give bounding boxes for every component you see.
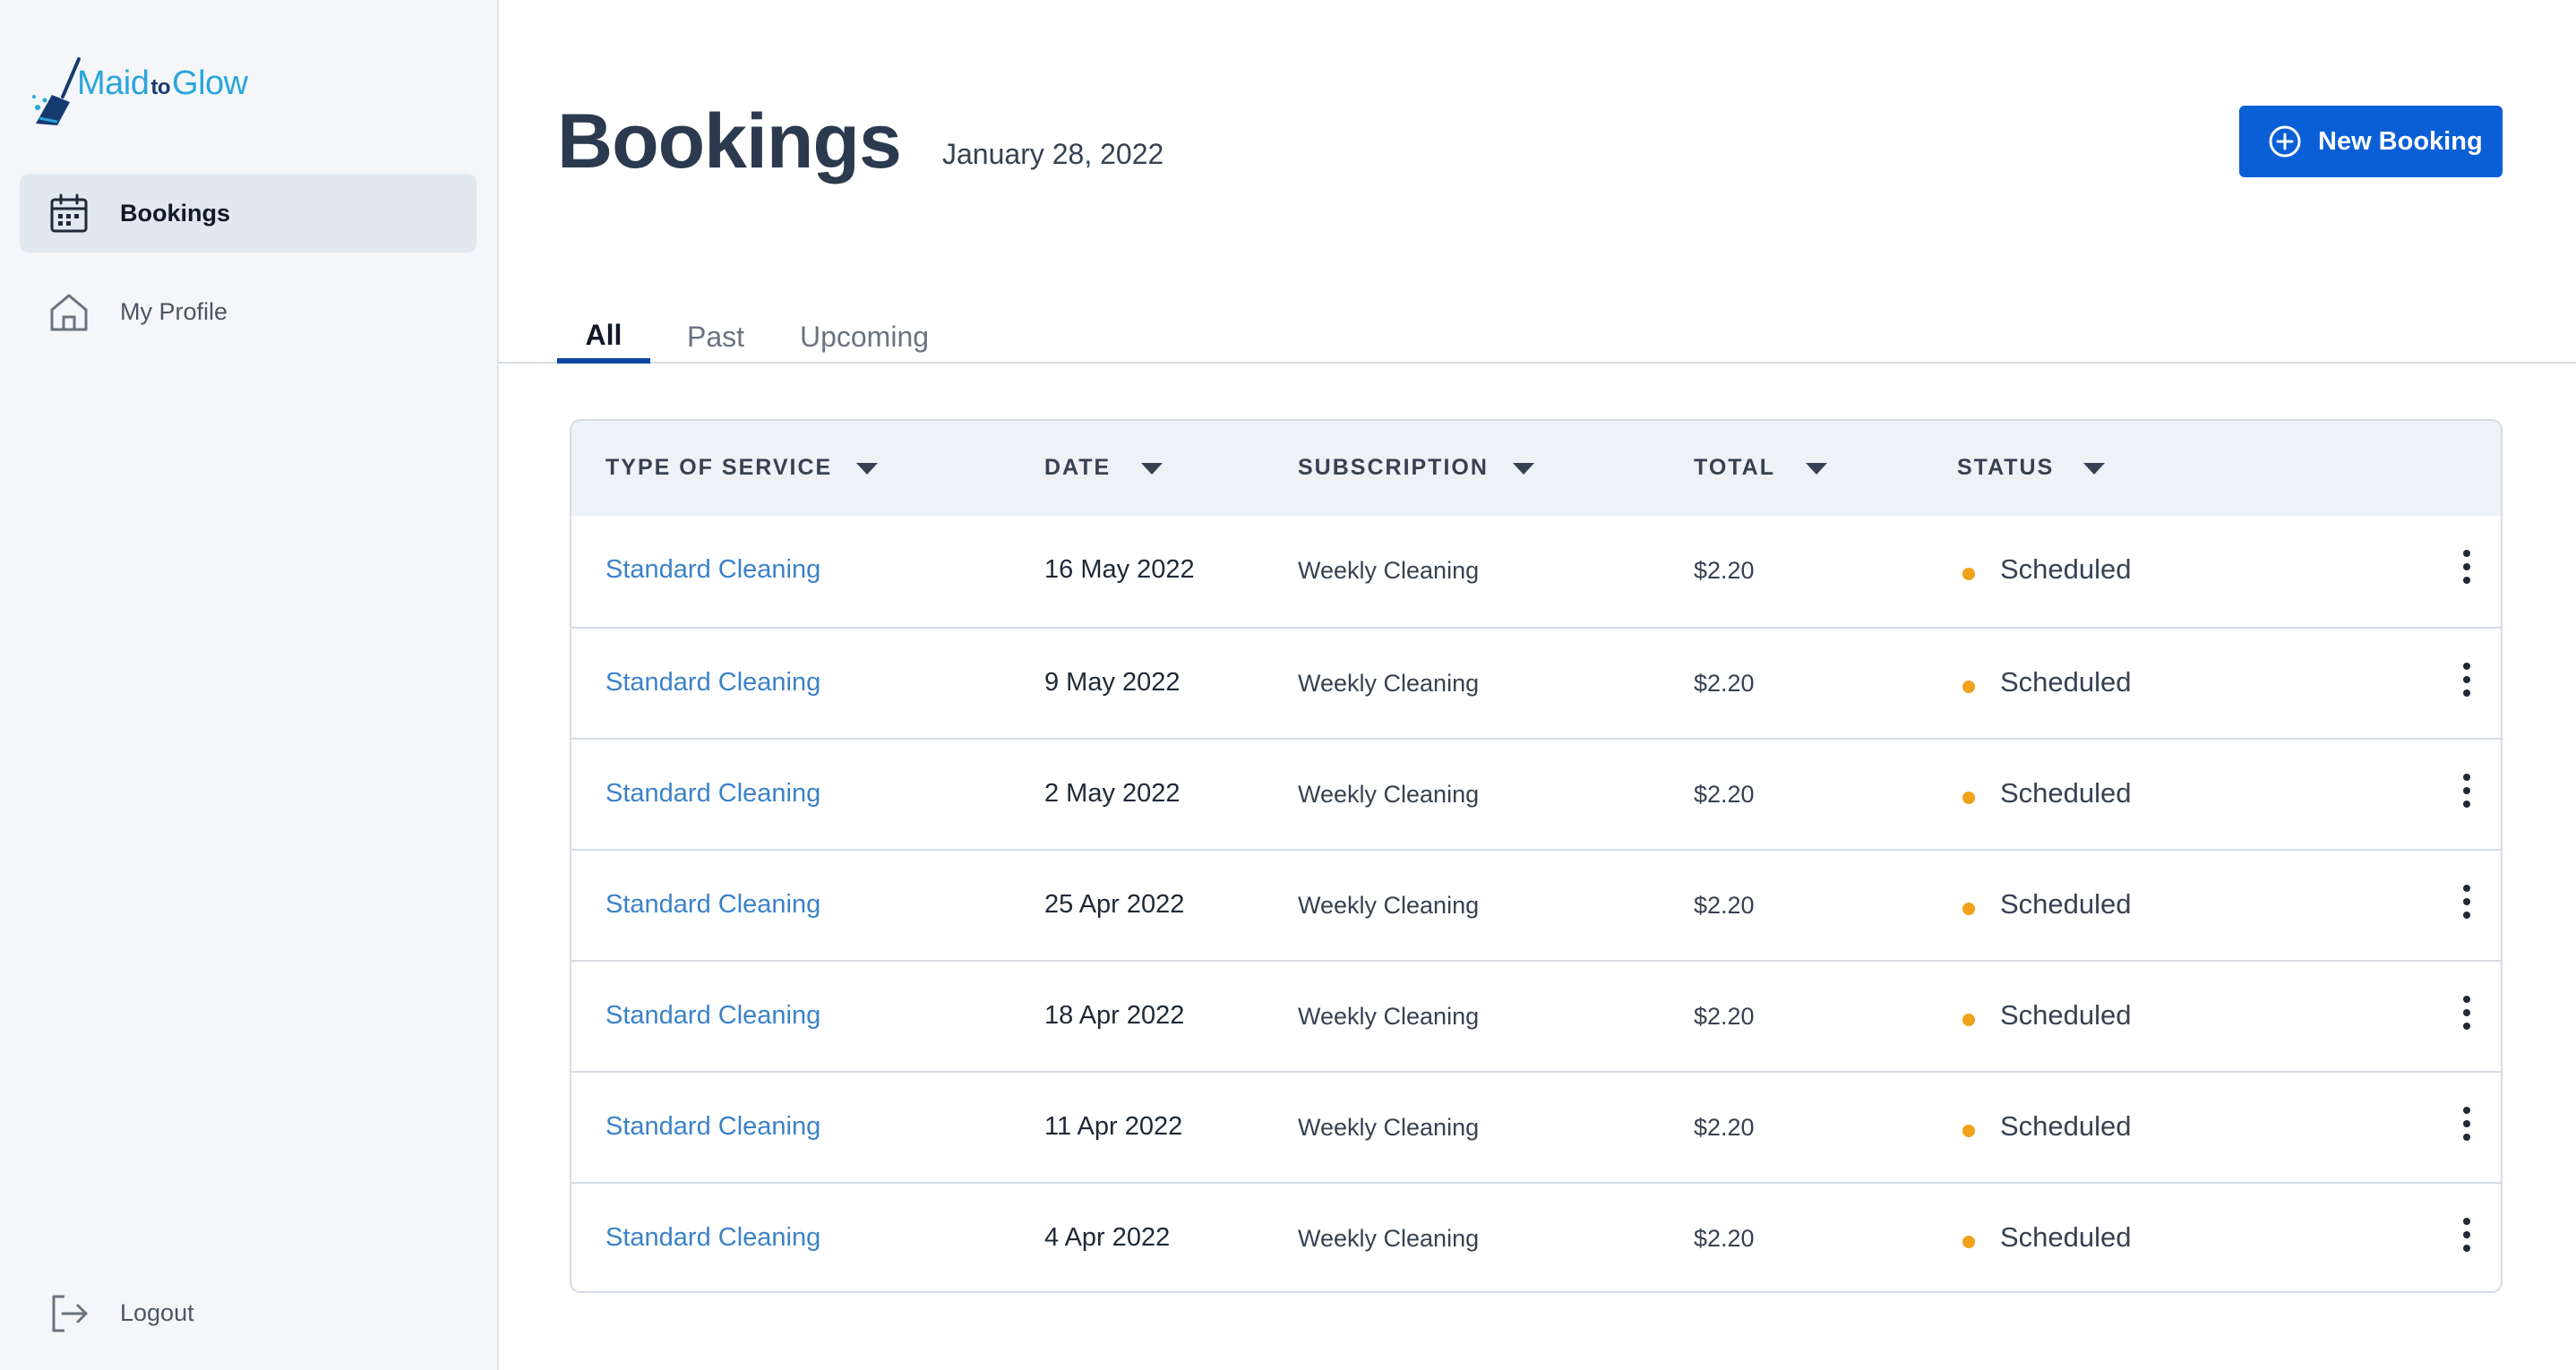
page-date: January 28, 2022: [942, 138, 1164, 170]
tab-past[interactable]: Past: [671, 301, 760, 364]
row-actions-menu-icon[interactable]: [2460, 992, 2474, 1039]
subscription-value: Weekly Cleaning: [1298, 892, 1480, 919]
booking-date: 4 Apr 2022: [1044, 1223, 1171, 1252]
status-dot-icon: [1962, 792, 1975, 804]
status-dot-icon: [1962, 1236, 1975, 1248]
status-dot-icon: [1962, 1014, 1975, 1026]
subscription-value: Weekly Cleaning: [1298, 1003, 1480, 1030]
total-value: $2.20: [1694, 670, 1755, 697]
status-dot-icon: [1962, 681, 1975, 693]
column-header-subscription: SUBSCRIPTION: [1298, 455, 1489, 480]
calendar-icon: [50, 193, 88, 233]
home-icon: [50, 294, 88, 331]
row-actions-menu-icon[interactable]: [2460, 1103, 2474, 1150]
status-label: Scheduled: [2000, 666, 2132, 698]
status-label: Scheduled: [2000, 553, 2132, 585]
table-header: TYPE OF SERVICE DATE SUBSCRIPTION TOTAL …: [571, 421, 2501, 516]
logout-icon: [52, 1295, 88, 1332]
logout-label: Logout: [120, 1298, 194, 1326]
sidebar-item-label: My Profile: [120, 297, 228, 325]
tab-label: All: [585, 319, 623, 351]
plus-circle-icon: [2269, 125, 2301, 158]
status-dot-icon: [1962, 568, 1975, 580]
service-link[interactable]: Standard Cleaning: [605, 1112, 820, 1142]
tab-all[interactable]: All: [557, 301, 650, 364]
tab-bar: All Past Upcoming: [499, 287, 2576, 364]
booking-date: 9 May 2022: [1044, 668, 1181, 697]
column-header-status: STATUS: [1957, 455, 2055, 480]
total-value: $2.20: [1694, 781, 1755, 808]
sort-down-icon[interactable]: [1804, 460, 1829, 476]
subscription-value: Weekly Cleaning: [1298, 781, 1480, 808]
status-label: Scheduled: [2000, 888, 2132, 920]
service-link[interactable]: Standard Cleaning: [605, 555, 820, 585]
sort-down-icon[interactable]: [1139, 460, 1164, 476]
table-row: Standard Cleaning 16 May 2022 Weekly Cle…: [571, 516, 2501, 627]
table-row: Standard Cleaning 2 May 2022 Weekly Clea…: [571, 738, 2501, 849]
tab-upcoming[interactable]: Upcoming: [784, 301, 945, 364]
sort-down-icon[interactable]: [2082, 460, 2107, 476]
sidebar: MaidtoGlow Bookings My Profile Logout: [0, 0, 499, 1370]
service-link[interactable]: Standard Cleaning: [605, 779, 820, 809]
sidebar-item-my-profile[interactable]: My Profile: [20, 272, 477, 351]
sort-down-icon[interactable]: [1511, 460, 1536, 476]
subscription-value: Weekly Cleaning: [1298, 1114, 1480, 1141]
sort-down-icon[interactable]: [854, 460, 880, 476]
subscription-value: Weekly Cleaning: [1298, 670, 1480, 697]
row-actions-menu-icon[interactable]: [2460, 546, 2474, 593]
row-actions-menu-icon[interactable]: [2460, 1214, 2474, 1261]
service-link[interactable]: Standard Cleaning: [605, 668, 820, 698]
total-value: $2.20: [1694, 557, 1755, 584]
total-value: $2.20: [1694, 892, 1755, 919]
status-label: Scheduled: [2000, 999, 2132, 1031]
subscription-value: Weekly Cleaning: [1298, 1225, 1480, 1252]
row-actions-menu-icon[interactable]: [2460, 770, 2474, 817]
booking-date: 2 May 2022: [1044, 779, 1181, 808]
status-label: Scheduled: [2000, 1110, 2132, 1142]
booking-date: 25 Apr 2022: [1044, 890, 1185, 919]
service-link[interactable]: Standard Cleaning: [605, 1223, 820, 1253]
column-header-total: TOTAL: [1694, 455, 1776, 480]
table-row: Standard Cleaning 9 May 2022 Weekly Clea…: [571, 627, 2501, 738]
status-label: Scheduled: [2000, 1221, 2132, 1253]
table-row: Standard Cleaning 11 Apr 2022 Weekly Cle…: [571, 1071, 2501, 1182]
table-row: Standard Cleaning 25 Apr 2022 Weekly Cle…: [571, 849, 2501, 960]
subscription-value: Weekly Cleaning: [1298, 557, 1480, 584]
service-link[interactable]: Standard Cleaning: [605, 890, 820, 920]
broom-icon: [32, 57, 81, 125]
status-dot-icon: [1962, 903, 1975, 915]
column-header-type-of-service: TYPE OF SERVICE: [605, 455, 833, 480]
service-link[interactable]: Standard Cleaning: [605, 1001, 820, 1031]
total-value: $2.20: [1694, 1114, 1755, 1141]
status-label: Scheduled: [2000, 777, 2132, 809]
booking-date: 16 May 2022: [1044, 555, 1195, 584]
new-booking-button[interactable]: New Booking: [2239, 106, 2503, 177]
table-row: Standard Cleaning 4 Apr 2022 Weekly Clea…: [571, 1182, 2501, 1291]
bookings-table: TYPE OF SERVICE DATE SUBSCRIPTION TOTAL …: [570, 419, 2503, 1293]
status-dot-icon: [1962, 1125, 1975, 1137]
page-title: Bookings: [557, 98, 902, 184]
booking-date: 18 Apr 2022: [1044, 1001, 1185, 1030]
column-header-date: DATE: [1044, 455, 1112, 480]
new-booking-label: New Booking: [2318, 127, 2483, 156]
row-actions-menu-icon[interactable]: [2460, 881, 2474, 928]
sidebar-item-label: Bookings: [120, 199, 231, 227]
logout-button[interactable]: Logout: [20, 1273, 477, 1352]
booking-date: 11 Apr 2022: [1044, 1112, 1183, 1141]
brand-logo[interactable]: MaidtoGlow: [30, 56, 263, 133]
brand-name: MaidtoGlow: [77, 64, 248, 102]
total-value: $2.20: [1694, 1225, 1755, 1252]
table-row: Standard Cleaning 18 Apr 2022 Weekly Cle…: [571, 960, 2501, 1071]
sidebar-item-bookings[interactable]: Bookings: [20, 174, 477, 253]
row-actions-menu-icon[interactable]: [2460, 659, 2474, 706]
tab-label: Upcoming: [799, 321, 930, 353]
total-value: $2.20: [1694, 1003, 1755, 1030]
tab-label: Past: [686, 321, 745, 353]
